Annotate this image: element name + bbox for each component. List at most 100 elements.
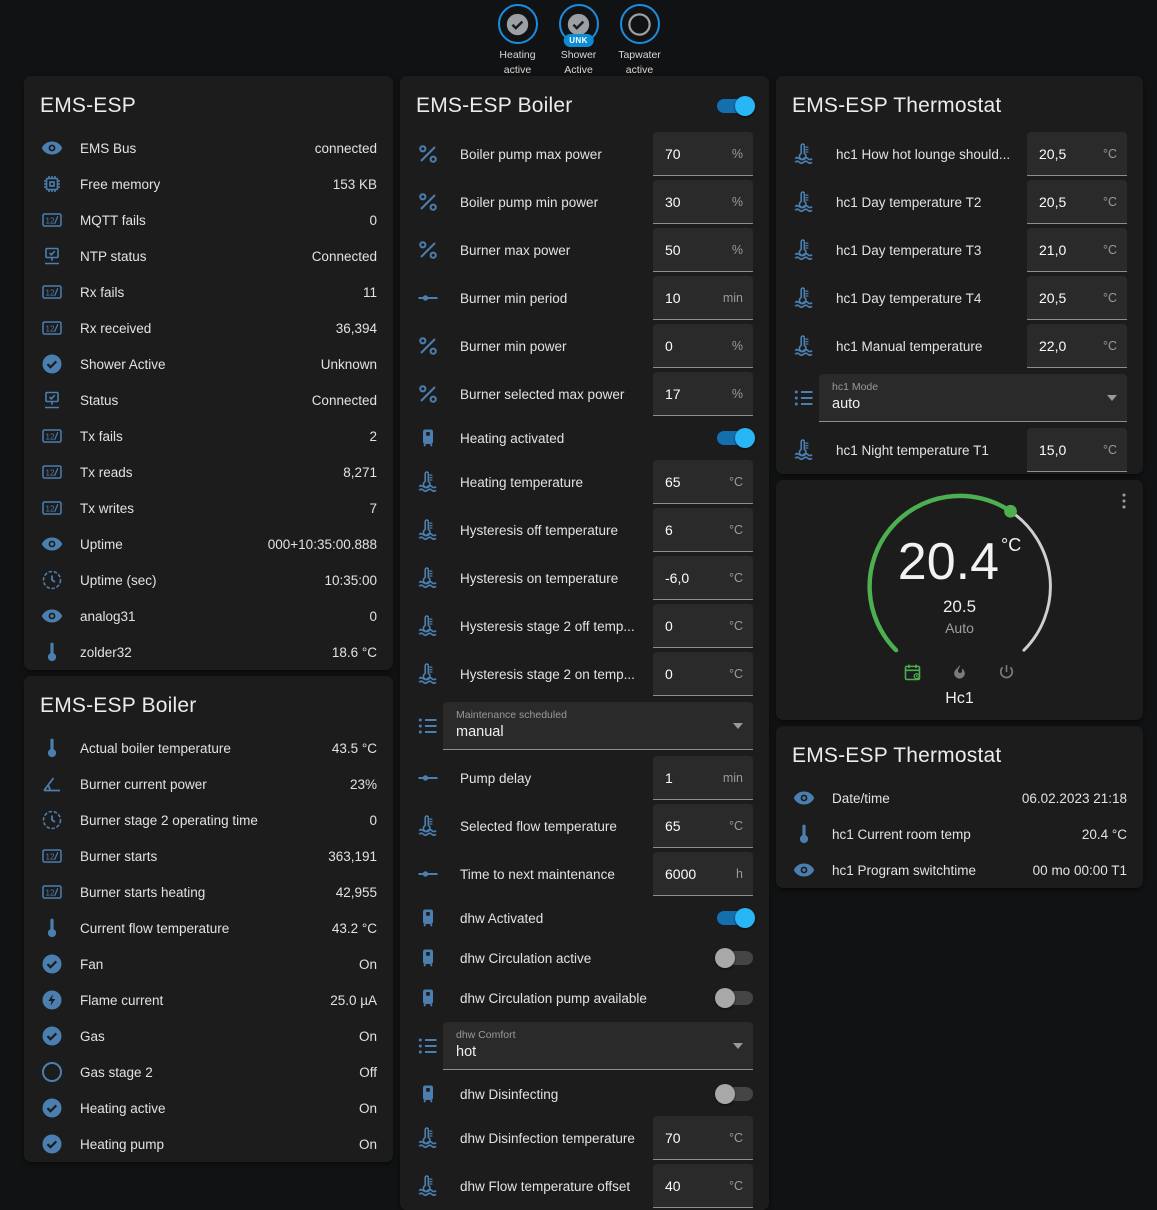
number-input[interactable]: 6°C: [653, 508, 753, 552]
entity-label: Current flow temperature: [80, 921, 332, 936]
entity-row[interactable]: Shower ActiveUnknown: [24, 346, 393, 382]
entity-row[interactable]: 12Tx reads8,271: [24, 454, 393, 490]
entity-row[interactable]: zolder3218.6 °C: [24, 634, 393, 670]
number-input[interactable]: 0°C: [653, 652, 753, 696]
select-field[interactable]: dhw Comforthot: [443, 1022, 753, 1070]
number-input[interactable]: 6000h: [653, 852, 753, 896]
dial-handle[interactable]: [1004, 505, 1017, 518]
number-input[interactable]: 70°C: [653, 1116, 753, 1160]
number-input[interactable]: 20,5°C: [1027, 132, 1127, 176]
number-value: 6000: [665, 866, 696, 882]
number-input[interactable]: 65°C: [653, 460, 753, 504]
entity-row[interactable]: 12Rx fails11: [24, 274, 393, 310]
entity-label: Burner min period: [460, 291, 653, 306]
entity-value: 11: [363, 285, 377, 300]
entity-value: 42,955: [336, 885, 377, 900]
number-input[interactable]: 70%: [653, 132, 753, 176]
number-input[interactable]: 65°C: [653, 804, 753, 848]
entity-row[interactable]: StatusConnected: [24, 382, 393, 418]
entity-row[interactable]: Burner stage 2 operating time0: [24, 802, 393, 838]
number-value: 70: [665, 146, 681, 162]
entity-row[interactable]: Flame current25.0 µA: [24, 982, 393, 1018]
toggle-switch[interactable]: [717, 911, 753, 925]
entity-row[interactable]: 12Rx received36,394: [24, 310, 393, 346]
entity-row[interactable]: Gas stage 2Off: [24, 1054, 393, 1090]
list-icon: [416, 714, 440, 738]
toggle-knob: [735, 96, 755, 116]
entity-row[interactable]: Free memory153 KB: [24, 166, 393, 202]
chip-icon: [40, 172, 64, 196]
entity-row[interactable]: analog310: [24, 598, 393, 634]
entity-row[interactable]: GasOn: [24, 1018, 393, 1054]
entity-row: Selected flow temperature65°C: [400, 802, 769, 850]
toggle-switch[interactable]: [717, 991, 753, 1005]
number-input[interactable]: 20,5°C: [1027, 276, 1127, 320]
entity-row[interactable]: NTP statusConnected: [24, 238, 393, 274]
toggle-switch[interactable]: [717, 431, 753, 445]
entity-row[interactable]: Heating activeOn: [24, 1090, 393, 1126]
number-value: 15,0: [1039, 442, 1066, 458]
number-input[interactable]: 0°C: [653, 604, 753, 648]
eye-icon: [792, 786, 816, 810]
number-input[interactable]: -6,0°C: [653, 556, 753, 600]
entity-row[interactable]: Uptime (sec)10:35:00: [24, 562, 393, 598]
number-input[interactable]: 1min: [653, 756, 753, 800]
entity-label: hc1 How hot lounge should...: [836, 147, 1027, 162]
select-field[interactable]: Maintenance scheduledmanual: [443, 702, 753, 750]
entity-row[interactable]: Burner current power23%: [24, 766, 393, 802]
entity-rows: Boiler pump max power70%Boiler pump min …: [400, 130, 769, 1210]
entity-label: Heating activated: [460, 431, 717, 446]
thermostat-dial[interactable]: 20.4°C 20.5 Auto: [850, 488, 1070, 660]
entity-row[interactable]: Date/time06.02.2023 21:18: [776, 780, 1143, 816]
number-input[interactable]: 21,0°C: [1027, 228, 1127, 272]
entity-row[interactable]: FanOn: [24, 946, 393, 982]
number-input[interactable]: 17%: [653, 372, 753, 416]
number-input[interactable]: 40°C: [653, 1164, 753, 1208]
entity-row[interactable]: 12MQTT fails0: [24, 202, 393, 238]
number-input[interactable]: 50%: [653, 228, 753, 272]
entity-row[interactable]: hc1 Program switchtime00 mo 00:00 T1: [776, 852, 1143, 888]
boiler-icon: [416, 426, 440, 450]
entity-label: Uptime (sec): [80, 573, 324, 588]
number-unit: %: [732, 243, 743, 257]
entity-row[interactable]: EMS Busconnected: [24, 130, 393, 166]
entity-row: Boiler pump min power30%: [400, 178, 769, 226]
entity-row[interactable]: 12Tx fails2: [24, 418, 393, 454]
number-value: 1: [665, 770, 673, 786]
state-badge[interactable]: Heating active: [489, 4, 547, 78]
calendar-sync-icon[interactable]: [902, 662, 923, 683]
entity-row[interactable]: Heating pumpOn: [24, 1126, 393, 1162]
clock-icon: [40, 568, 64, 592]
boiler-power-toggle[interactable]: [717, 99, 753, 113]
select-field[interactable]: hc1 Modeauto: [819, 374, 1127, 422]
number-value: 17: [665, 386, 681, 402]
entity-row[interactable]: 12Tx writes7: [24, 490, 393, 526]
entity-label: Hysteresis on temperature: [460, 571, 653, 586]
more-menu-icon[interactable]: [1113, 490, 1135, 512]
toggle-switch[interactable]: [717, 951, 753, 965]
entity-row: dhw Disinfection temperature70°C: [400, 1114, 769, 1162]
entity-row[interactable]: Actual boiler temperature43.5 °C: [24, 730, 393, 766]
boiler-icon: [416, 906, 440, 930]
entity-row[interactable]: Current flow temperature43.2 °C: [24, 910, 393, 946]
number-input[interactable]: 20,5°C: [1027, 180, 1127, 224]
number-input[interactable]: 10min: [653, 276, 753, 320]
entity-row: hc1 Day temperature T220,5°C: [776, 178, 1143, 226]
power-icon[interactable]: [996, 662, 1017, 683]
state-badge[interactable]: UNKShower Active: [550, 4, 608, 78]
entity-row[interactable]: 12Burner starts363,191: [24, 838, 393, 874]
state-badge[interactable]: Tapwater active: [611, 4, 669, 78]
number-input[interactable]: 15,0°C: [1027, 428, 1127, 472]
number-input[interactable]: 0%: [653, 324, 753, 368]
number-input[interactable]: 30%: [653, 180, 753, 224]
number-input[interactable]: 22,0°C: [1027, 324, 1127, 368]
entity-label: Burner current power: [80, 777, 350, 792]
thermo-water-icon: [416, 470, 440, 494]
entity-value: 06.02.2023 21:18: [1022, 791, 1127, 806]
toggle-switch[interactable]: [717, 1087, 753, 1101]
entity-row[interactable]: hc1 Current room temp20.4 °C: [776, 816, 1143, 852]
fire-icon[interactable]: [949, 662, 970, 683]
entity-row[interactable]: Uptime000+10:35:00.888: [24, 526, 393, 562]
entity-row[interactable]: 12Burner starts heating42,955: [24, 874, 393, 910]
number-value: 50: [665, 242, 681, 258]
